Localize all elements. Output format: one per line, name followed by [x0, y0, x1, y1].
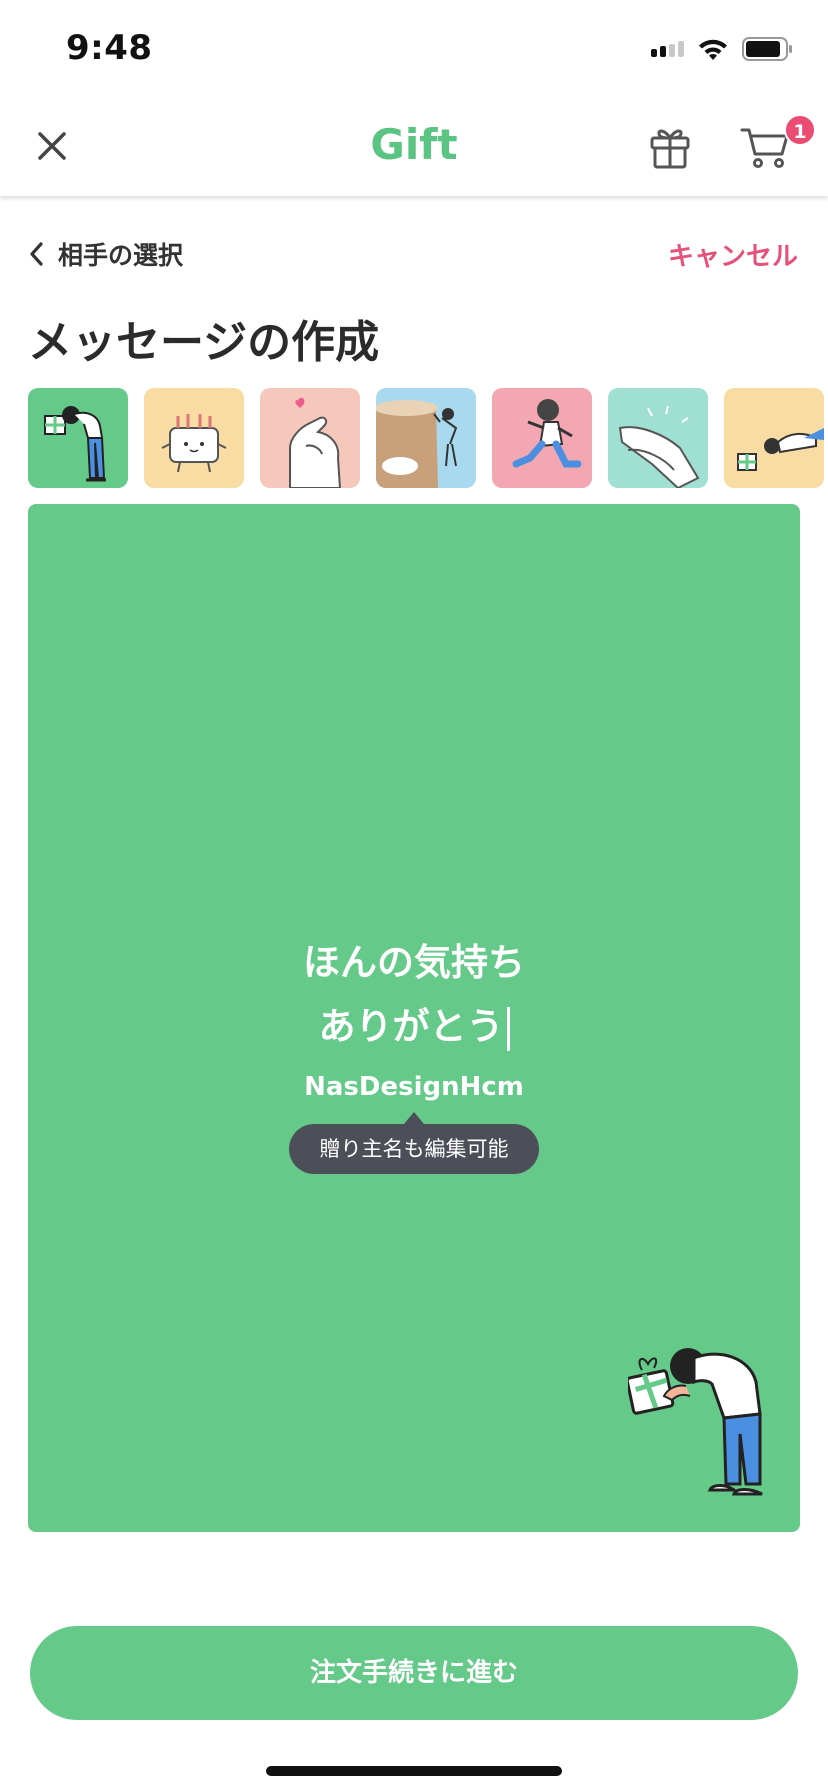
template-thumb-birthday-cake[interactable]: [144, 388, 244, 488]
message-card[interactable]: ほんの気持ち ありがとう NasDesignHcm 贈り主名も編集可能: [28, 504, 800, 1532]
back-button[interactable]: 相手の選択: [28, 236, 183, 272]
template-thumb-running-person[interactable]: [492, 388, 592, 488]
running-person-illustration: [512, 399, 582, 468]
app-title: Gift: [370, 120, 458, 169]
text-caret: [506, 1006, 510, 1051]
status-icons: [651, 34, 794, 64]
cellular-signal-icon: [651, 41, 684, 57]
bowing-gift-low-illustration: [737, 428, 824, 471]
sender-edit-tooltip: 贈り主名も編集可能: [289, 1112, 539, 1174]
message-line-2[interactable]: ありがとう: [28, 996, 800, 1051]
cancel-button[interactable]: キャンセル: [668, 236, 798, 273]
bowing-person-gift-illustration: [44, 406, 106, 482]
proceed-to-order-button[interactable]: 注文手続きに進む: [30, 1626, 798, 1720]
battery-icon: [742, 37, 792, 61]
chevron-left-icon: [30, 242, 43, 266]
template-thumb-bowing-person[interactable]: [28, 388, 128, 488]
bowing-person-gift-illustration: [628, 1348, 763, 1496]
cliff-arigatou-illustration: [376, 400, 458, 488]
status-bar: 9:48: [0, 0, 828, 96]
template-thumb-bowing-gift-low[interactable]: [724, 388, 824, 488]
home-indicator: [266, 1766, 562, 1776]
wifi-icon: [699, 39, 727, 60]
top-nav: Gift: [0, 96, 828, 196]
sender-name[interactable]: NasDesignHcm: [28, 1072, 800, 1102]
gift-icon[interactable]: [648, 124, 692, 170]
template-thumb-cliff-arigatou[interactable]: [376, 388, 476, 488]
template-thumb-clapping-hands[interactable]: [608, 388, 708, 488]
template-thumb-finger-heart[interactable]: [260, 388, 360, 488]
birthday-cake-illustration: [161, 414, 227, 473]
clapping-hands-illustration: [618, 405, 700, 488]
page-title: メッセージの作成: [28, 317, 380, 368]
finger-heart-illustration: [289, 397, 342, 488]
status-time: 9:48: [66, 28, 153, 68]
cart-badge: 1: [784, 114, 816, 146]
message-line-2-text: ありがとう: [318, 1005, 504, 1048]
template-carousel: [28, 388, 828, 488]
message-line-1[interactable]: ほんの気持ち: [28, 932, 800, 986]
back-label: 相手の選択: [58, 241, 184, 270]
